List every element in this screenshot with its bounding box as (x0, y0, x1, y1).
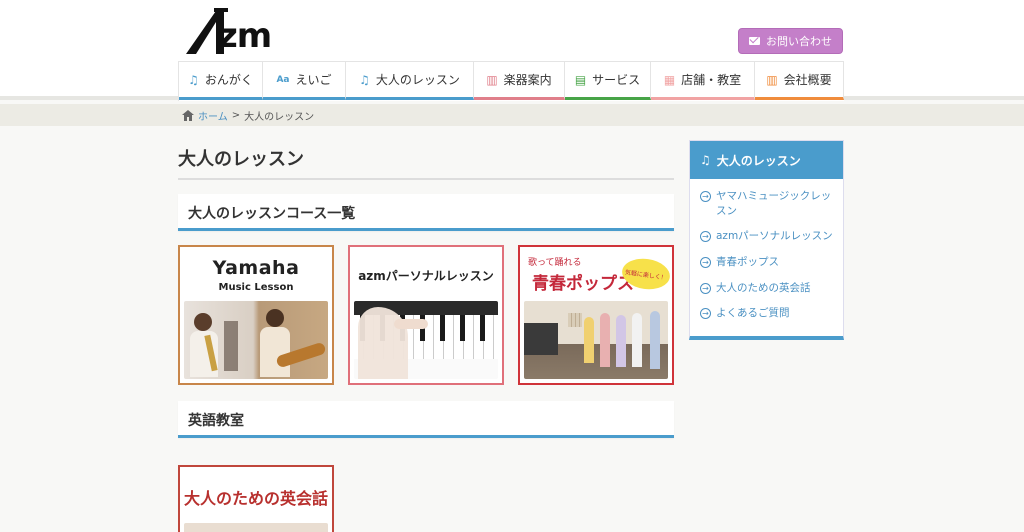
contact-button[interactable]: お問い合わせ (738, 28, 843, 54)
sidebar-item-azm-personal[interactable]: → azmパーソナルレッスン (690, 225, 843, 251)
breadcrumb-current: 大人のレッスン (244, 112, 315, 123)
course-card-azm-personal[interactable]: azmパーソナルレッスン (348, 245, 504, 385)
card-title: azmパーソナルレッスン (358, 269, 494, 283)
sidebar-item-label: よくあるご質問 (716, 307, 790, 320)
sidebar-heading: ♫ 大人のレッスン (690, 141, 843, 179)
nav-label: サービス (592, 73, 641, 87)
breadcrumb: ホーム > 大人のレッスン (182, 108, 314, 123)
breadcrumb-separator: > (231, 110, 241, 121)
nav-item-company[interactable]: ▥ 会社概要 (755, 62, 844, 100)
music-note-icon: ♫ (700, 153, 711, 167)
nav-item-adult-lesson[interactable]: ♫ 大人のレッスン (346, 62, 474, 100)
sidebar-item-yamaha[interactable]: → ヤマハミュージックレッスン (690, 185, 843, 225)
section-heading-english: 英語教室 (178, 401, 674, 438)
music-note-icon: ♫ (188, 72, 199, 87)
nav-label: えいご (295, 73, 332, 87)
sidebar-item-label: 大人のための英会話 (716, 281, 811, 294)
building-icon: ▥ (766, 72, 778, 87)
circle-arrow-icon: → (700, 308, 711, 320)
nav-item-instruments[interactable]: ▥ 楽器案内 (474, 62, 565, 100)
contact-label: お問い合わせ (766, 35, 832, 48)
circle-arrow-icon: → (700, 191, 711, 202)
sidebar-item-eikaiwa[interactable]: → 大人のための英会話 (690, 277, 843, 303)
card-tagline: 歌って踊れる (528, 258, 582, 268)
nav-item-stores[interactable]: ▦ 店舗・教室 (651, 62, 755, 100)
sidebar-list: → ヤマハミュージックレッスン → azmパーソナルレッスン → 青春ポップス … (690, 179, 843, 328)
course-card-seishun-pops[interactable]: 歌って踊れる 青春ポップス 気軽に楽しく！ (518, 245, 674, 385)
music-note-icon: ♫ (359, 72, 370, 87)
circle-arrow-icon: → (700, 231, 711, 243)
title-divider (178, 178, 674, 180)
nav-label: 楽器案内 (503, 73, 552, 87)
document-icon: ▤ (574, 72, 587, 87)
mail-icon (749, 37, 760, 45)
sidebar: ♫ 大人のレッスン → ヤマハミュージックレッスン → azmパーソナルレッスン… (689, 140, 844, 340)
nav-item-english[interactable]: Aa えいご (263, 62, 346, 100)
circle-arrow-icon: → (700, 282, 711, 294)
course-card-eikaiwa[interactable]: 大人のための英会話 (178, 465, 334, 532)
store-icon: ▦ (663, 72, 676, 87)
breadcrumb-home-link[interactable]: ホーム (198, 108, 228, 123)
nav-label: 会社概要 (783, 73, 832, 87)
alphabet-icon: Aa (276, 74, 290, 85)
nav-label: おんがく (204, 73, 253, 87)
nav-item-music[interactable]: ♫ おんがく (179, 62, 263, 100)
section-heading-courses: 大人のレッスンコース一覧 (178, 194, 674, 231)
sidebar-heading-label: 大人のレッスン (716, 153, 801, 168)
card-subtitle: Music Lesson (218, 282, 294, 293)
breadcrumb-bar: ホーム > 大人のレッスン (0, 104, 1024, 126)
sidebar-item-faq[interactable]: → よくあるご質問 (690, 302, 843, 328)
logo-text: zm (218, 16, 272, 56)
site-header: zm お問い合わせ ♫ おんがく Aa えいご ♫ 大人のレッスン ▥ 楽器案内… (0, 0, 1024, 101)
home-icon (182, 110, 194, 121)
eikaiwa-photo (184, 523, 328, 532)
nav-item-service[interactable]: ▤ サービス (565, 62, 651, 100)
piano-icon: ▥ (486, 72, 498, 87)
sidebar-item-seishun-pops[interactable]: → 青春ポップス (690, 251, 843, 277)
nav-label: 大人のレッスン (375, 73, 460, 87)
circle-arrow-icon: → (700, 257, 711, 269)
sidebar-item-label: azmパーソナルレッスン (716, 230, 833, 243)
card-title: 青春ポップス (532, 274, 634, 294)
nav-label: 店舗・教室 (681, 73, 742, 87)
page-title: 大人のレッスン (178, 149, 304, 170)
sidebar-item-label: ヤマハミュージックレッスン (716, 190, 832, 217)
azm-logo[interactable]: zm (184, 4, 304, 58)
studio-photo (524, 301, 668, 379)
sidebar-item-label: 青春ポップス (716, 256, 779, 269)
card-title: Yamaha (212, 257, 300, 279)
lesson-photo (184, 301, 328, 379)
course-card-yamaha[interactable]: Yamaha Music Lesson (178, 245, 334, 385)
card-title: 大人のための英会話 (183, 489, 328, 508)
piano-photo (354, 301, 498, 379)
main-nav: ♫ おんがく Aa えいご ♫ 大人のレッスン ▥ 楽器案内 ▤ サービス ▦ … (178, 61, 844, 101)
